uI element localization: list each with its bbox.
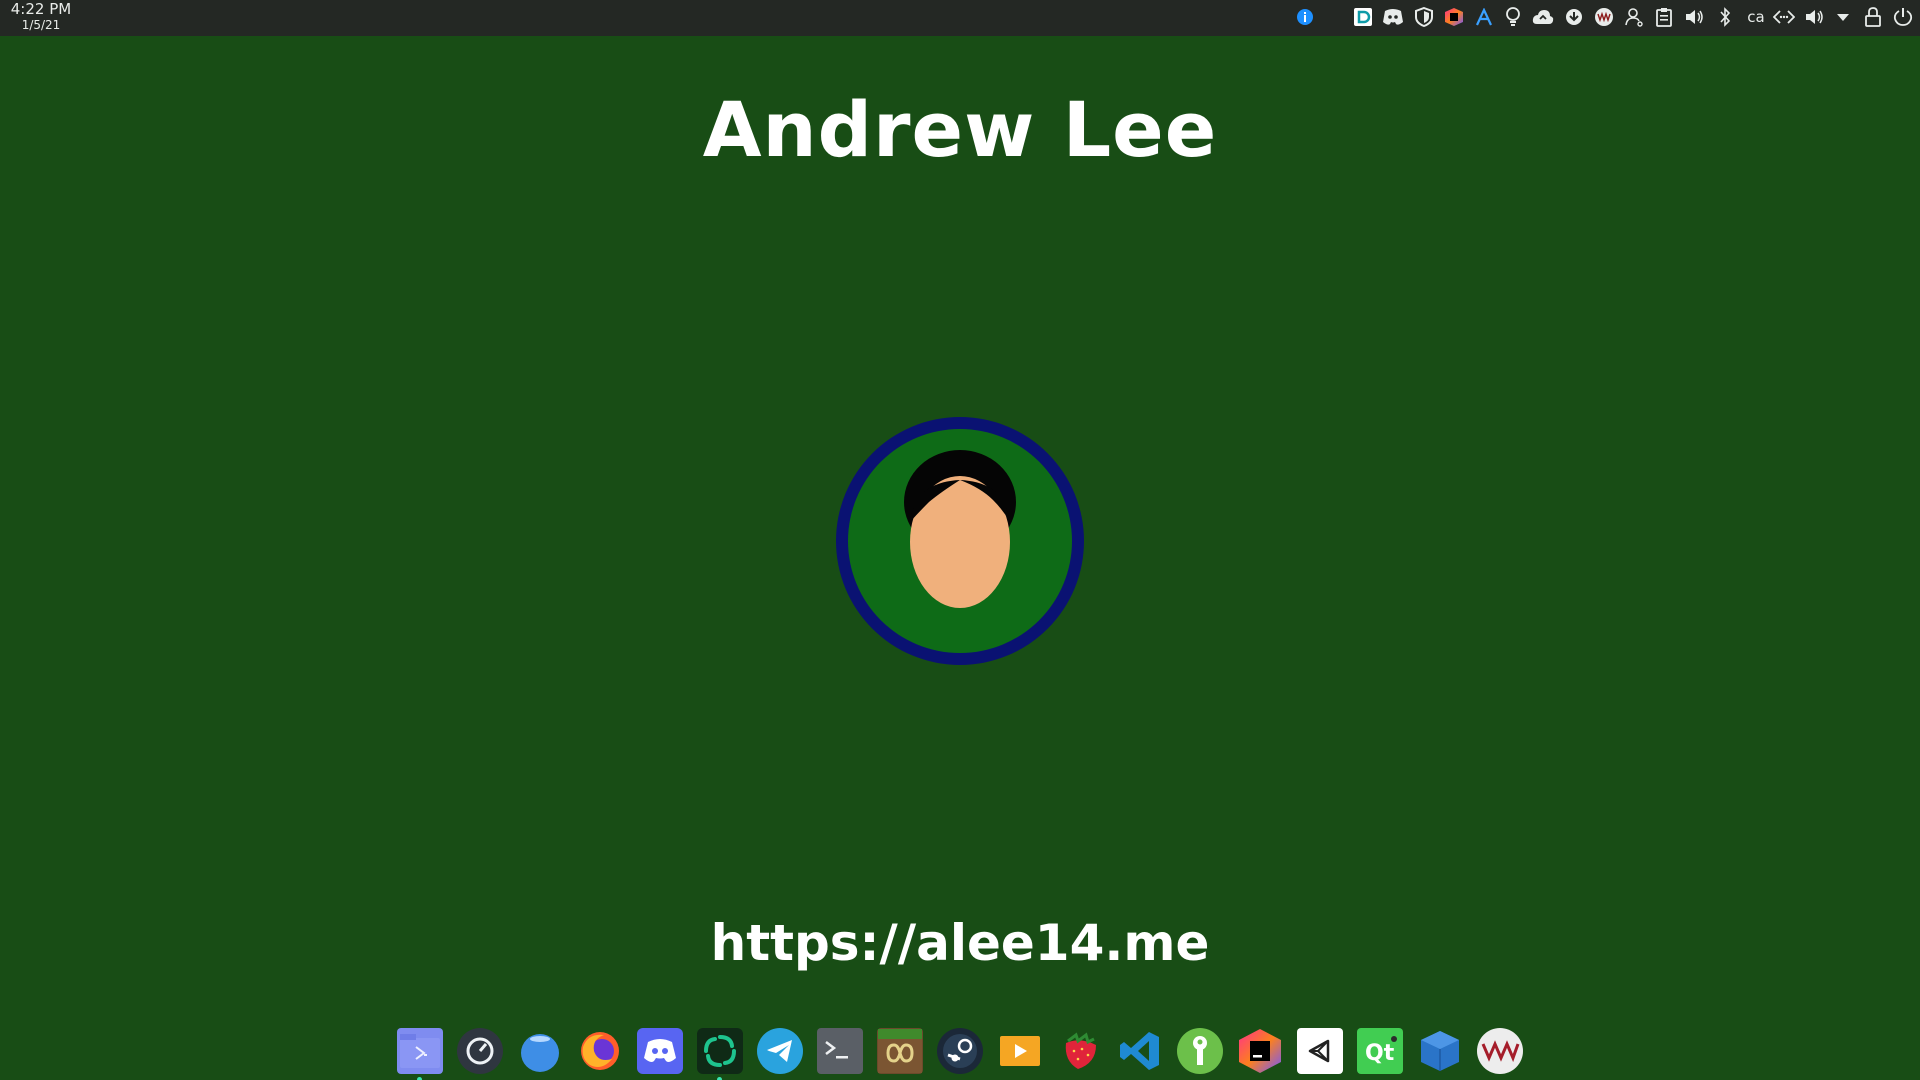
font-a-icon[interactable] xyxy=(1473,6,1495,28)
download-icon[interactable] xyxy=(1563,6,1585,28)
keyboard-layout-label: ca xyxy=(1747,8,1765,26)
dashlane-icon[interactable] xyxy=(1352,6,1374,28)
jetbrains-toolbox-icon[interactable] xyxy=(1443,6,1465,28)
wallpaper-title: Andrew Lee xyxy=(702,85,1218,174)
svg-text:Qt: Qt xyxy=(1365,1041,1395,1066)
unity-hub-icon[interactable] xyxy=(1297,1028,1343,1074)
firefox-icon[interactable] xyxy=(577,1028,623,1074)
chevron-down-icon[interactable] xyxy=(1832,6,1854,28)
clock[interactable]: 4:22 PM 1/5/21 xyxy=(6,1,76,33)
web-browser-icon[interactable] xyxy=(517,1028,563,1074)
volume-icon[interactable] xyxy=(1683,6,1705,28)
keyboard-layout-icon[interactable]: ca xyxy=(1743,6,1769,28)
lightbulb-icon[interactable] xyxy=(1502,6,1524,28)
volume-output-icon[interactable] xyxy=(1803,6,1825,28)
vm-tray-icon[interactable] xyxy=(1593,6,1615,28)
discord-icon[interactable] xyxy=(637,1028,683,1074)
dock: Qt xyxy=(390,1018,1530,1080)
jetbrains-toolbox-dock-icon[interactable] xyxy=(1237,1028,1283,1074)
discord-tray-icon[interactable] xyxy=(1382,6,1404,28)
element-icon[interactable] xyxy=(697,1028,743,1080)
terminal-icon[interactable] xyxy=(817,1028,863,1074)
vmware-icon[interactable] xyxy=(1477,1028,1523,1074)
cloud-sync-icon[interactable] xyxy=(1532,6,1554,28)
vscode-icon[interactable] xyxy=(1117,1028,1163,1074)
qt-creator-icon[interactable]: Qt xyxy=(1357,1028,1403,1074)
desktop: 4:22 PM 1/5/21 ca Andrew Lee https://ale… xyxy=(0,0,1920,1080)
media-player-icon[interactable] xyxy=(997,1028,1043,1074)
avatar xyxy=(831,412,1089,670)
network-icon[interactable] xyxy=(1773,6,1795,28)
steam-icon[interactable] xyxy=(937,1028,983,1074)
lock-icon[interactable] xyxy=(1862,6,1884,28)
user-icon[interactable] xyxy=(1623,6,1645,28)
shield-icon[interactable] xyxy=(1413,6,1435,28)
power-icon[interactable] xyxy=(1892,6,1914,28)
system-monitor-icon[interactable] xyxy=(457,1028,503,1074)
strawberry-icon[interactable] xyxy=(1057,1028,1103,1074)
clock-time: 4:22 PM xyxy=(10,0,72,18)
website-url: https://alee14.me xyxy=(710,914,1210,972)
clock-date: 1/5/21 xyxy=(21,18,61,32)
info-icon[interactable] xyxy=(1294,6,1316,28)
top-panel: 4:22 PM 1/5/21 ca xyxy=(0,0,1920,36)
telegram-icon[interactable] xyxy=(757,1028,803,1074)
virtualbox-icon[interactable] xyxy=(1417,1028,1463,1074)
clipboard-icon[interactable] xyxy=(1653,6,1675,28)
keepassxc-icon[interactable] xyxy=(1177,1028,1223,1074)
bluetooth-icon[interactable] xyxy=(1714,6,1736,28)
multimc-icon[interactable] xyxy=(877,1028,923,1074)
file-manager-icon[interactable] xyxy=(397,1028,443,1080)
